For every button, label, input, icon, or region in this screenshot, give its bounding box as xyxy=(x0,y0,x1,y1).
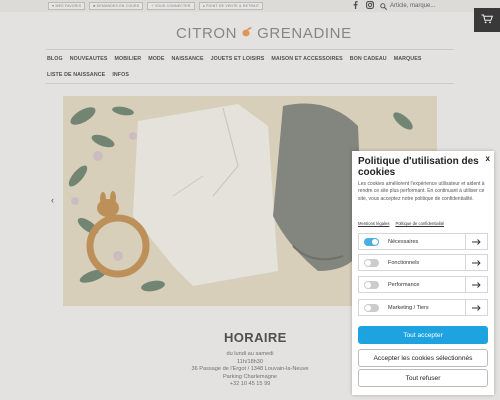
option-label: Marketing / Tiers xyxy=(388,304,429,311)
legal-notice-link[interactable]: Mentions légales xyxy=(358,221,389,226)
cookie-title: Politique d'utilisation des cookies xyxy=(358,156,479,178)
close-button[interactable]: x xyxy=(486,154,490,163)
option-label: Fonctionnels xyxy=(388,259,420,266)
toggle-switch[interactable] xyxy=(364,259,379,267)
option-label: Performance xyxy=(388,281,420,288)
accept-all-button[interactable]: Tout accepter xyxy=(358,326,488,344)
arrow-right-icon[interactable] xyxy=(465,300,487,315)
toggle-knob xyxy=(365,260,371,266)
cookie-description: Les cookies améliorent l'expérience util… xyxy=(358,181,485,202)
cookie-option-performance[interactable]: Performance xyxy=(358,276,488,293)
toggle-switch[interactable] xyxy=(364,304,379,312)
accept-selected-button[interactable]: Accepter les cookies sélectionnés xyxy=(358,349,488,367)
toggle-switch[interactable] xyxy=(364,281,379,289)
refuse-all-button[interactable]: Tout refuser xyxy=(358,369,488,387)
arrow-right-icon[interactable] xyxy=(465,234,487,249)
cookie-option-functional[interactable]: Fonctionnels xyxy=(358,254,488,271)
cookie-option-necessary[interactable]: Nécessaires xyxy=(358,233,488,250)
toggle-knob xyxy=(365,305,371,311)
arrow-right-icon[interactable] xyxy=(465,277,487,292)
toggle-switch[interactable] xyxy=(364,238,379,246)
cookie-links: Mentions légales Politique de confidenti… xyxy=(358,221,444,226)
cookie-option-marketing[interactable]: Marketing / Tiers xyxy=(358,299,488,316)
toggle-knob xyxy=(365,282,371,288)
toggle-knob xyxy=(372,239,378,245)
cookie-dialog: x Politique d'utilisation des cookies Le… xyxy=(352,151,494,395)
option-label: Nécessaires xyxy=(388,238,419,245)
privacy-policy-link[interactable]: Politique de confidentialité xyxy=(395,221,444,226)
arrow-right-icon[interactable] xyxy=(465,255,487,270)
